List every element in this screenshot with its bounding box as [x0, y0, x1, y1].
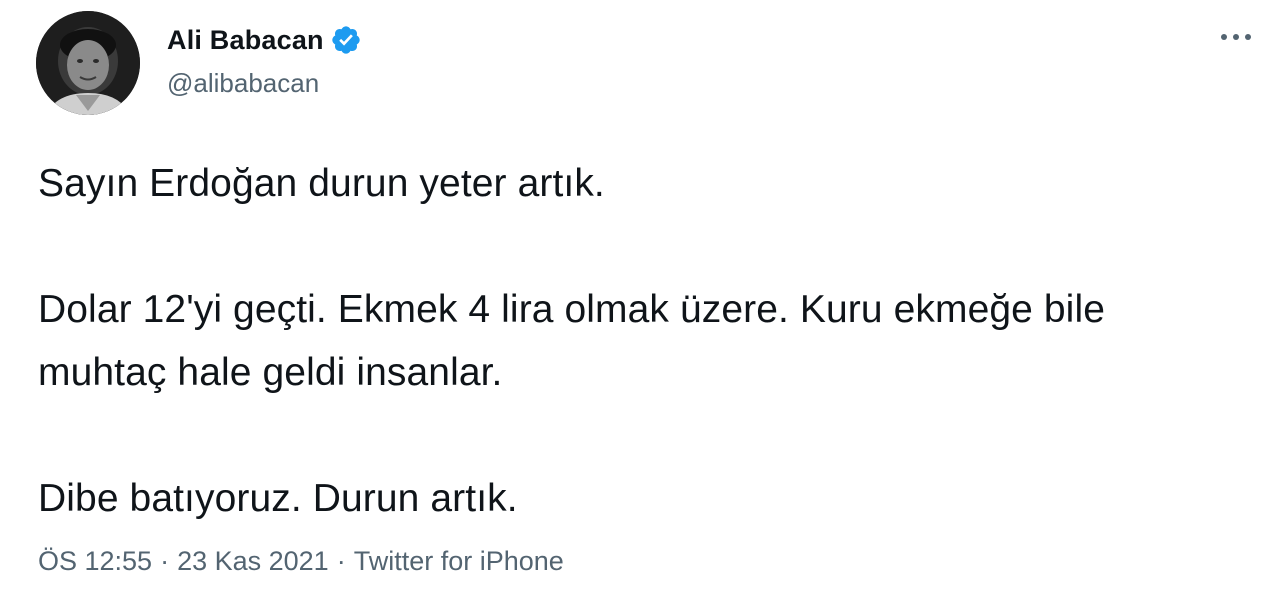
tweet-time[interactable]: ÖS 12:55: [38, 546, 152, 577]
name-row: Ali Babacan: [167, 20, 362, 60]
avatar[interactable]: [36, 11, 140, 115]
meta-separator: ·: [160, 546, 170, 576]
tweet-meta: ÖS 12:55 · 23 Kas 2021 · Twitter for iPh…: [38, 546, 564, 577]
tweet-source[interactable]: Twitter for iPhone: [354, 546, 564, 577]
verified-badge-icon: [330, 24, 362, 56]
more-horizontal-icon: [1221, 34, 1251, 40]
author-info: Ali Babacan @alibabacan: [167, 20, 362, 99]
tweet: Ali Babacan @alibabacan Sayın Erdoğan du…: [0, 0, 1280, 603]
tweet-paragraph-3: Dibe batıyoruz. Durun artık.: [38, 477, 518, 520]
tweet-paragraph-1: Sayın Erdoğan durun yeter artık.: [38, 162, 605, 205]
tweet-paragraph-2: Dolar 12'yi geçti. Ekmek 4 lira olmak üz…: [38, 288, 1106, 394]
avatar-image: [36, 11, 140, 115]
handle[interactable]: @alibabacan: [167, 68, 362, 99]
meta-separator: ·: [336, 546, 346, 576]
display-name[interactable]: Ali Babacan: [167, 25, 324, 56]
more-options-button[interactable]: [1214, 22, 1258, 52]
tweet-date[interactable]: 23 Kas 2021: [177, 546, 329, 577]
tweet-text: Sayın Erdoğan durun yeter artık. Dolar 1…: [38, 152, 1238, 530]
